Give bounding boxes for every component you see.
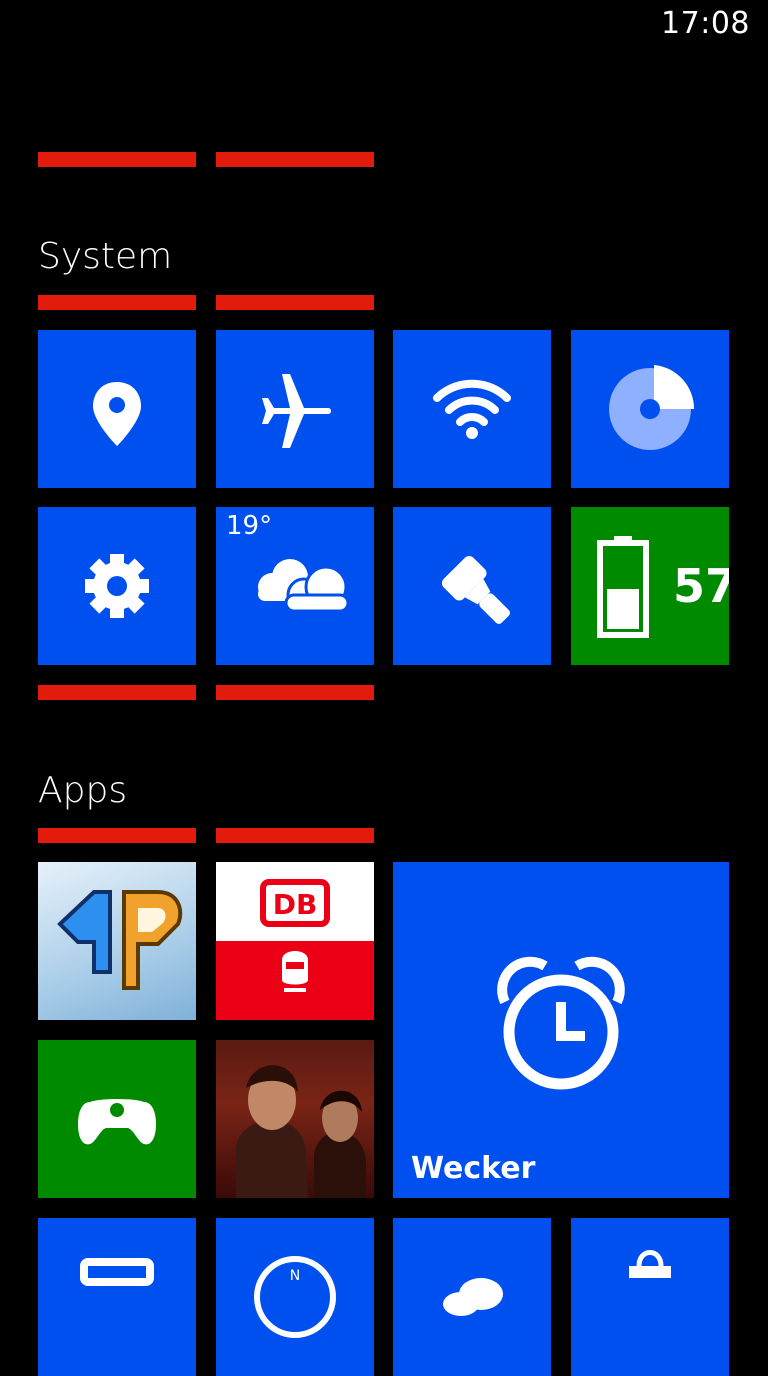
flashlight-tile[interactable] (393, 507, 551, 665)
alarm-label: Wecker (411, 1151, 536, 1186)
xbox-games-tile[interactable] (38, 1040, 196, 1198)
maps-tile[interactable]: N (216, 1218, 374, 1376)
messaging-tile[interactable] (393, 1218, 551, 1376)
section-marker (216, 295, 374, 310)
pie-chart-icon (609, 365, 695, 450)
section-marker (38, 828, 196, 843)
alarm-tile[interactable]: Wecker (393, 862, 729, 1198)
battery-level: 57 (673, 559, 729, 613)
section-marker (216, 828, 374, 843)
db-logo-icon: DB (260, 879, 330, 992)
airplane-mode-tile[interactable] (216, 330, 374, 488)
location-tile[interactable] (38, 330, 196, 488)
compass-icon: N (254, 1256, 336, 1338)
shopping-bag-icon (629, 1250, 671, 1278)
weather-tile[interactable]: 19° (216, 507, 374, 665)
game-artwork-icon (236, 1065, 366, 1198)
chat-icon (443, 1278, 503, 1316)
app-logo-icon (57, 890, 183, 990)
battery-saver-tile[interactable]: 57 (571, 507, 729, 665)
shopping-tile[interactable] (571, 1218, 729, 1376)
section-marker (216, 685, 374, 700)
wifi-icon (433, 379, 511, 439)
airplane-icon (262, 374, 331, 448)
alarm-clock-icon (497, 956, 625, 1090)
status-clock: 17:08 (661, 6, 750, 41)
data-sense-tile[interactable] (571, 330, 729, 488)
section-marker (216, 152, 374, 167)
location-pin-icon (93, 382, 141, 446)
section-title-system[interactable]: System (38, 236, 172, 277)
store-icon (80, 1258, 154, 1286)
svg-text:N: N (290, 1268, 300, 1284)
wifi-tile[interactable] (393, 330, 551, 488)
gear-icon (85, 554, 149, 618)
game-controller-icon (78, 1099, 156, 1145)
flashlight-icon (441, 555, 510, 624)
db-navigator-tile[interactable]: DB (216, 862, 374, 1020)
svg-text:DB: DB (273, 888, 318, 921)
section-marker (38, 152, 196, 167)
puzzle-app-tile[interactable] (38, 862, 196, 1020)
section-marker (38, 295, 196, 310)
section-title-apps[interactable]: Apps (38, 770, 127, 811)
store-tile[interactable] (38, 1218, 196, 1376)
cloud-icon (258, 559, 350, 613)
section-marker (38, 685, 196, 700)
settings-tile[interactable] (38, 507, 196, 665)
game-app-tile[interactable] (216, 1040, 374, 1198)
